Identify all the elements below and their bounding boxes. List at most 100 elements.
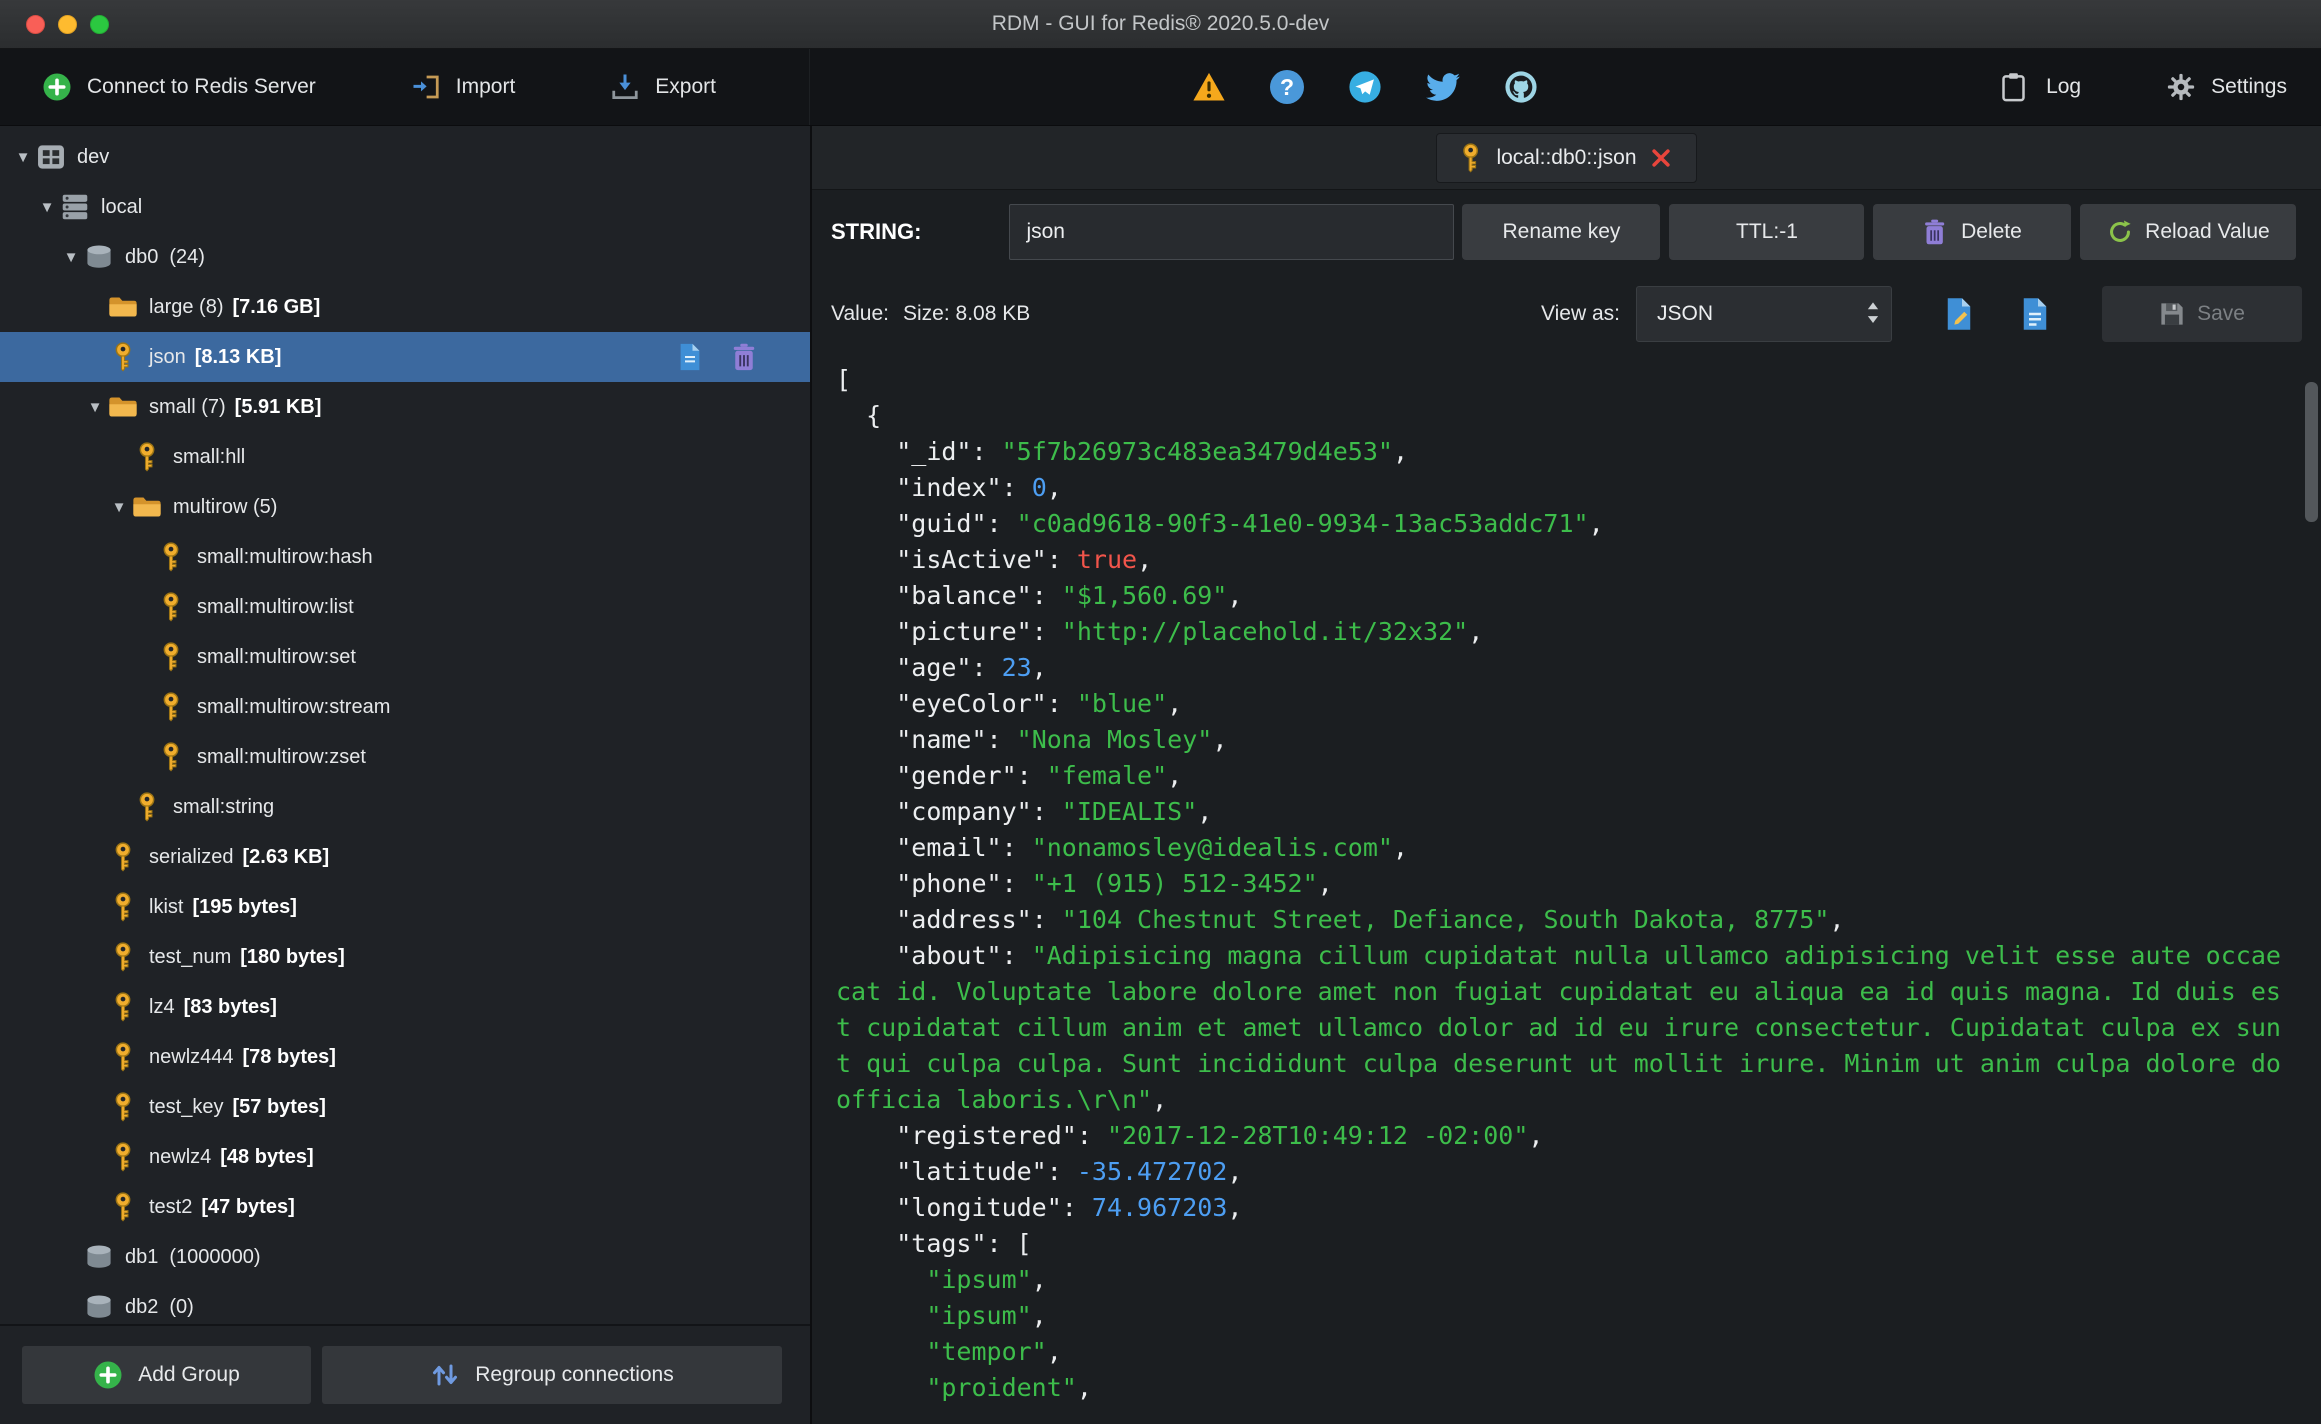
- delete-key-button[interactable]: Delete: [1873, 204, 2072, 260]
- minimize-window-button[interactable]: [58, 14, 77, 34]
- tree-item-size: [48 bytes]: [220, 1145, 314, 1168]
- key-icon: [108, 992, 138, 1022]
- key-icon: [108, 942, 138, 972]
- tree-item-json[interactable]: json [8.13 KB]: [0, 332, 810, 382]
- tree-item-label: test_key: [149, 1095, 224, 1118]
- expander-down-icon[interactable]: ▼: [82, 399, 108, 416]
- tree-item-label: newlz444: [149, 1045, 234, 1068]
- delete-key-icon[interactable]: [730, 342, 758, 372]
- value-label: Value:: [831, 302, 889, 325]
- tree-item-small-multirow-list[interactable]: small:multirow:list: [0, 582, 810, 632]
- json-line: "picture": "http://placehold.it/32x32",: [896, 617, 1484, 646]
- value-panel: local::db0::json STRING: Rename key TTL:…: [812, 126, 2321, 1424]
- connect-button[interactable]: Connect to Redis Server: [42, 72, 316, 102]
- ttl-button[interactable]: TTL:-1: [1669, 204, 1865, 260]
- open-as-file-icon[interactable]: [2020, 296, 2050, 332]
- view-as-select[interactable]: JSON: [1636, 286, 1892, 342]
- tree-item-small-multirow-zset[interactable]: small:multirow:zset: [0, 732, 810, 782]
- key-icon: [108, 1092, 138, 1122]
- tab-key-json[interactable]: local::db0::json: [1436, 132, 1697, 183]
- tree-item-multirow-5-[interactable]: ▼ multirow (5): [0, 482, 810, 532]
- tree-item-large-8-[interactable]: large (8) [7.16 GB]: [0, 282, 810, 332]
- expander-down-icon[interactable]: ▼: [10, 149, 36, 166]
- tree-item-label: multirow (5): [173, 495, 278, 518]
- reload-value-button[interactable]: Reload Value: [2080, 204, 2297, 260]
- json-line: "balance": "$1,560.69",: [896, 581, 1243, 610]
- json-line: "isActive": true,: [896, 545, 1153, 574]
- json-line: [: [836, 365, 852, 394]
- tree-item-label: db0: [125, 245, 159, 268]
- regroup-label: Regroup connections: [475, 1363, 674, 1386]
- tree-item-test-num[interactable]: test_num [180 bytes]: [0, 932, 810, 982]
- server-icon: [36, 142, 66, 172]
- tree-item-lkist[interactable]: lkist [195 bytes]: [0, 882, 810, 932]
- telegram-icon[interactable]: [1348, 70, 1382, 104]
- json-line: "proident",: [926, 1373, 1092, 1402]
- tree-item-small-multirow-hash[interactable]: small:multirow:hash: [0, 532, 810, 582]
- edit-in-editor-icon[interactable]: [1944, 296, 1974, 332]
- key-name-input[interactable]: [1009, 204, 1455, 260]
- folder-icon: [108, 392, 138, 422]
- settings-button[interactable]: Settings: [2166, 72, 2287, 102]
- tree-item-serialized[interactable]: serialized [2.63 KB]: [0, 832, 810, 882]
- key-icon: [108, 1192, 138, 1222]
- toolbar-left: Connect to Redis Server Import Export: [0, 49, 810, 125]
- log-button[interactable]: Log: [2001, 72, 2081, 102]
- rename-key-button[interactable]: Rename key: [1462, 204, 1661, 260]
- key-icon: [108, 342, 138, 372]
- export-button[interactable]: Export: [610, 72, 716, 102]
- tree-item-lz4[interactable]: lz4 [83 bytes]: [0, 982, 810, 1032]
- warning-icon[interactable]: [1192, 70, 1226, 104]
- json-line: "longitude": 74.967203,: [896, 1193, 1243, 1222]
- toolbar-right: Log Settings: [2001, 72, 2287, 102]
- tree-item-newlz444[interactable]: newlz444 [78 bytes]: [0, 1032, 810, 1082]
- expander-down-icon[interactable]: ▼: [58, 249, 84, 266]
- key-action-buttons: Rename key TTL:-1 Delete Reload Value: [1462, 204, 2297, 260]
- tree-item-small-string[interactable]: small:string: [0, 782, 810, 832]
- tree-item-dev[interactable]: ▼ dev: [0, 132, 810, 182]
- tree-item-db2[interactable]: db2 (0): [0, 1282, 810, 1324]
- tree-item-label: small:multirow:zset: [197, 745, 366, 768]
- json-line: "email": "nonamosley@idealis.com",: [896, 833, 1408, 862]
- value-editor[interactable]: [ { "_id": "5f7b26973c483ea3479d4e53", "…: [812, 354, 2321, 1424]
- tree-item-local[interactable]: ▼ local: [0, 182, 810, 232]
- expander-down-icon[interactable]: ▼: [34, 199, 60, 216]
- tree-item-label: db2: [125, 1295, 159, 1318]
- tree-item-small-multirow-set[interactable]: small:multirow:set: [0, 632, 810, 682]
- add-group-label: Add Group: [138, 1363, 240, 1386]
- edit-key-icon[interactable]: [676, 342, 704, 372]
- tree-item-newlz4[interactable]: newlz4 [48 bytes]: [0, 1132, 810, 1182]
- tree-item-label: serialized: [149, 845, 234, 868]
- tree-item-db1[interactable]: db1 (1000000): [0, 1232, 810, 1282]
- tree-item-small-7-[interactable]: ▼ small (7) [5.91 KB]: [0, 382, 810, 432]
- window-controls: [26, 0, 109, 48]
- tree-item-label: small:multirow:stream: [197, 695, 391, 718]
- import-button[interactable]: Import: [411, 72, 516, 102]
- tree-item-test2[interactable]: test2 [47 bytes]: [0, 1182, 810, 1232]
- tree-item-small-hll[interactable]: small:hll: [0, 432, 810, 482]
- twitter-icon[interactable]: [1426, 70, 1460, 104]
- tree-item-test-key[interactable]: test_key [57 bytes]: [0, 1082, 810, 1132]
- tree-item-size: [195 bytes]: [192, 895, 297, 918]
- tree-item-small-multirow-stream[interactable]: small:multirow:stream: [0, 682, 810, 732]
- key-icon: [156, 542, 186, 572]
- tree-item-label: test_num: [149, 945, 232, 968]
- regroup-connections-button[interactable]: Regroup connections: [322, 1346, 782, 1404]
- sort-arrows-icon: [430, 1360, 460, 1390]
- tree-item-size: [7.16 GB]: [232, 295, 321, 318]
- help-icon[interactable]: ?: [1270, 70, 1304, 104]
- expander-down-icon[interactable]: ▼: [106, 499, 132, 516]
- tree-item-db0[interactable]: ▼ db0 (24): [0, 232, 810, 282]
- scrollbar-thumb[interactable]: [2305, 382, 2318, 522]
- import-label: Import: [455, 75, 516, 98]
- zoom-window-button[interactable]: [90, 14, 109, 34]
- close-window-button[interactable]: [26, 14, 45, 34]
- close-tab-icon[interactable]: [1650, 147, 1672, 169]
- github-icon[interactable]: [1504, 70, 1538, 104]
- tree-item-count: (1000000): [169, 1245, 261, 1268]
- json-line: "eyeColor": "blue",: [896, 689, 1183, 718]
- app-window: RDM - GUI for Redis® 2020.5.0-dev Connec…: [0, 0, 2321, 1424]
- save-button[interactable]: Save: [2102, 286, 2302, 342]
- connections-tree[interactable]: ▼ dev ▼ local ▼ db0 (24) large (8) [7.16 GB] json…: [0, 126, 810, 1324]
- add-group-button[interactable]: Add Group: [22, 1346, 311, 1404]
